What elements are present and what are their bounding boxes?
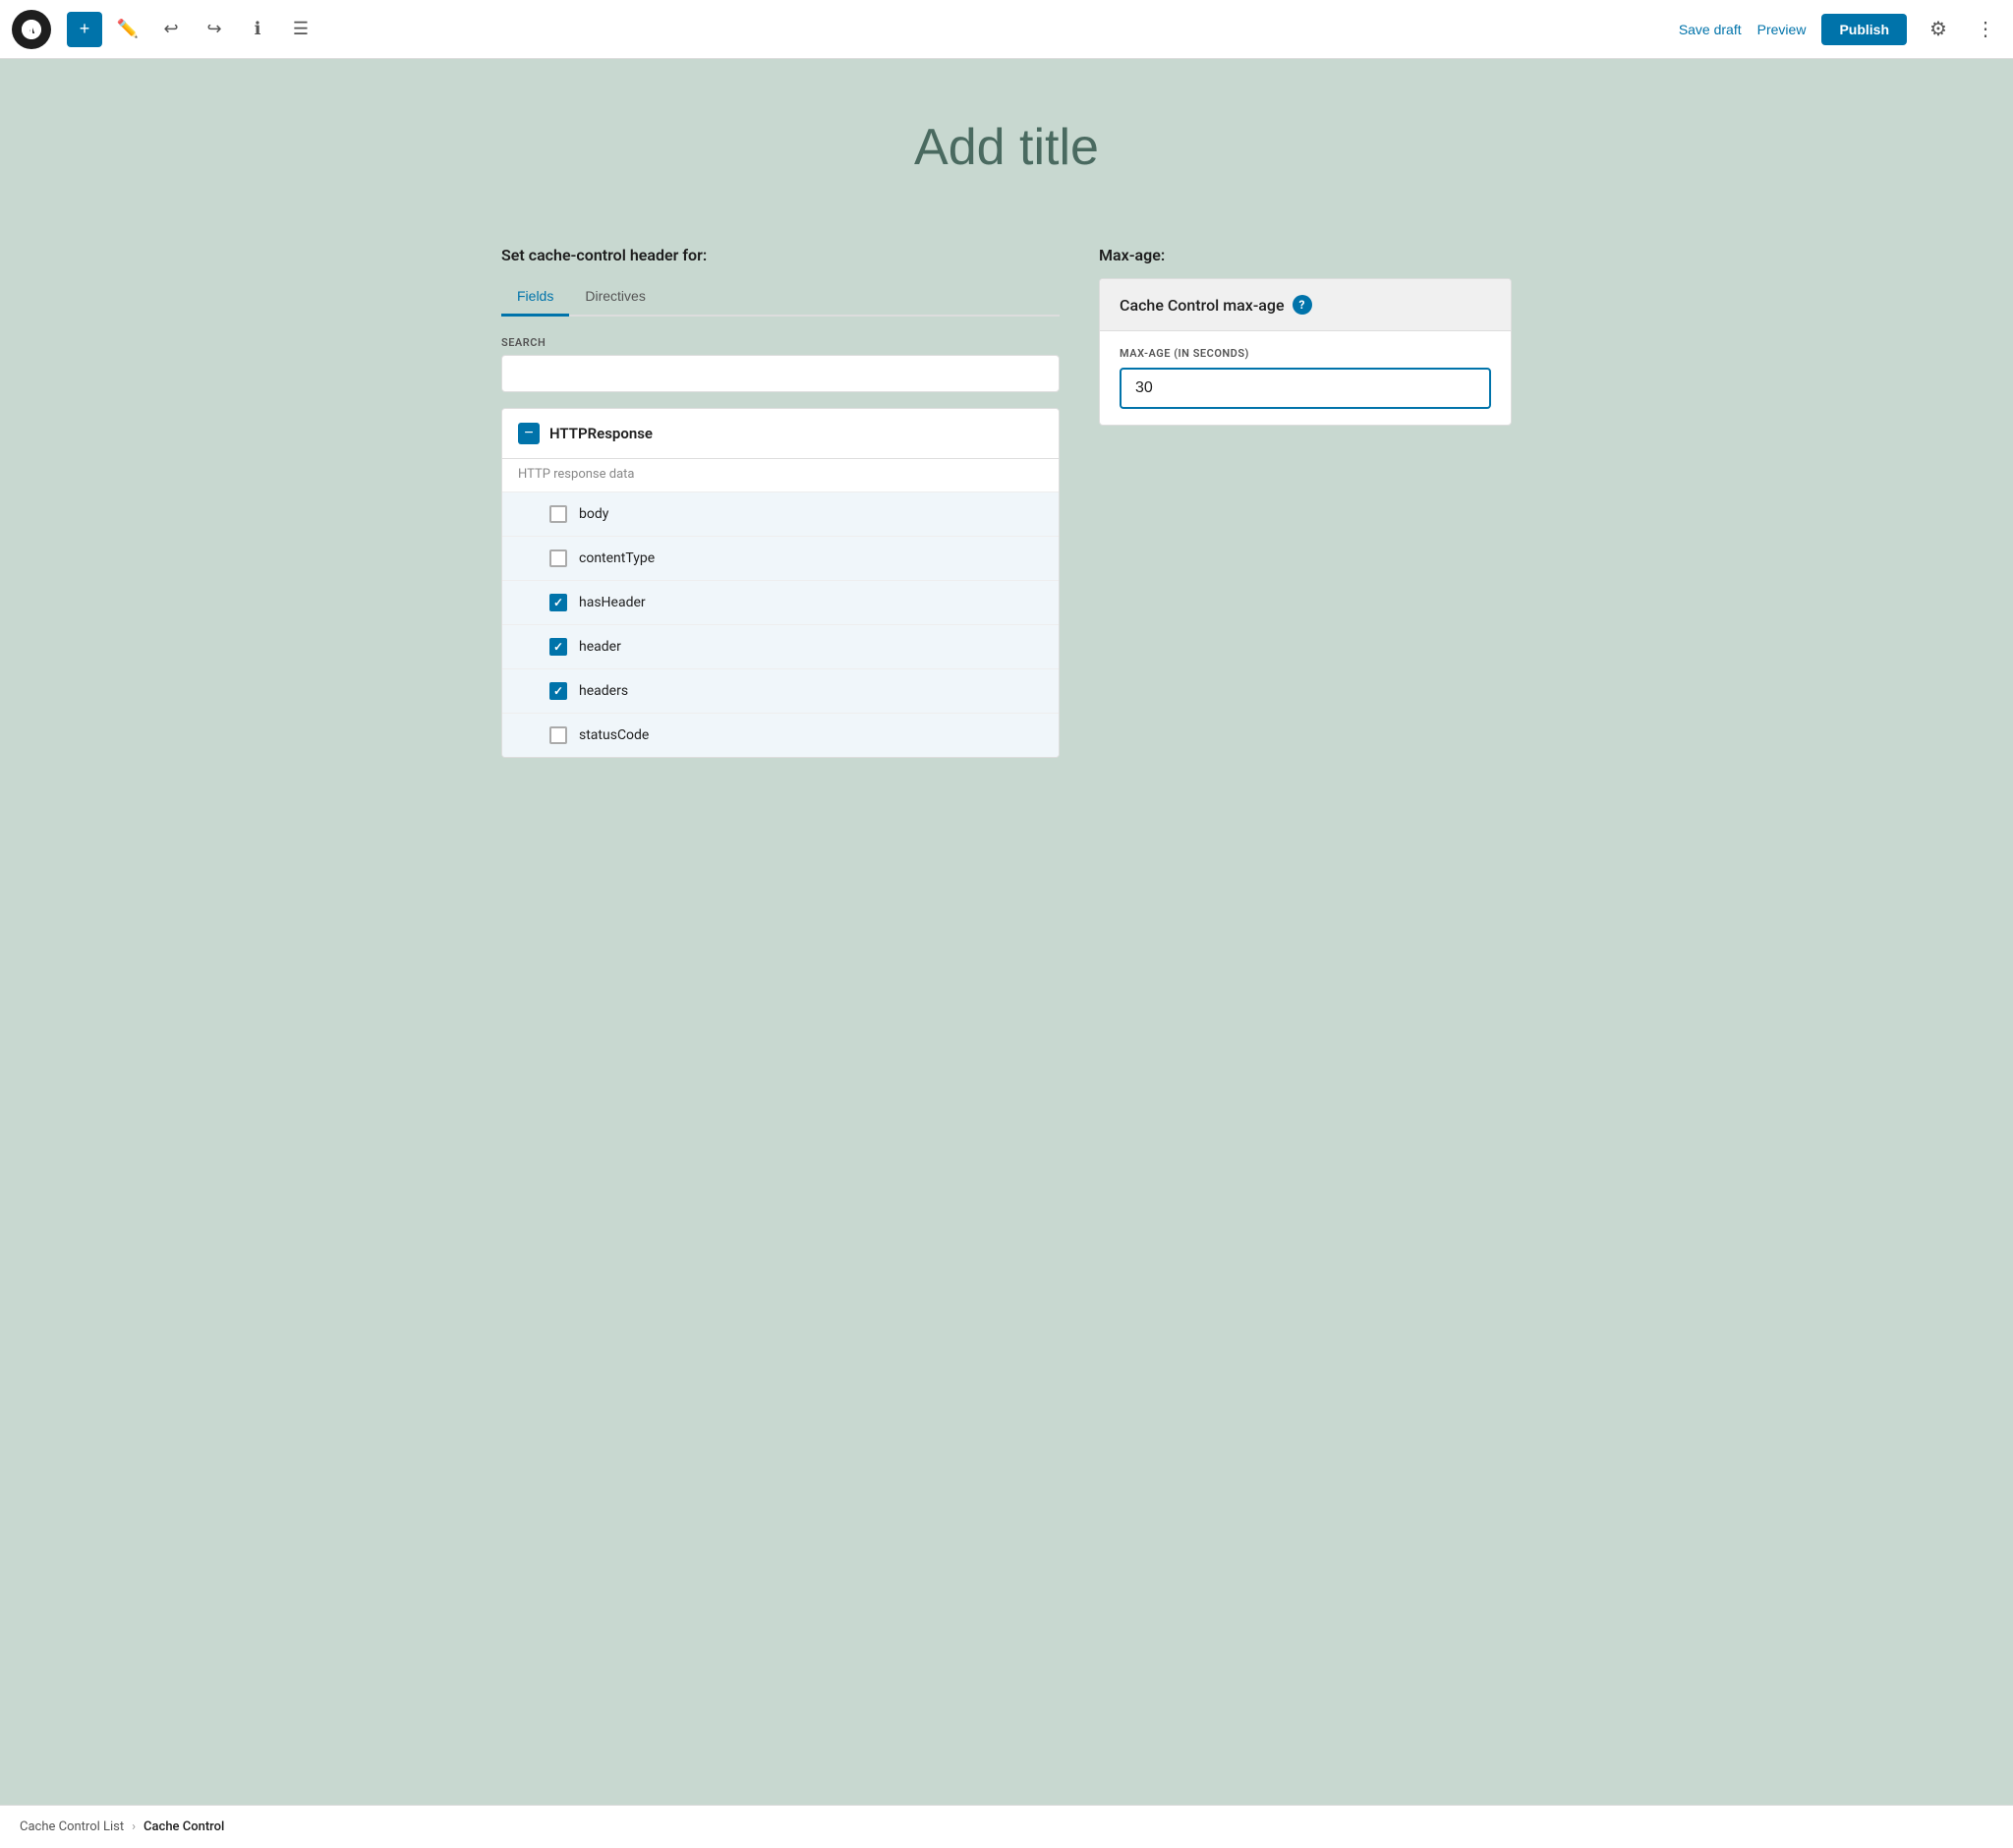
field-label-statusCode: statusCode [579,727,649,743]
max-age-input[interactable] [1120,368,1491,409]
field-label-contentType: contentType [579,550,655,566]
help-icon[interactable]: ? [1293,295,1312,315]
list-icon: ☰ [293,19,309,39]
field-label-hasHeader: hasHeader [579,595,646,610]
top-bar-right: Save draft Preview Publish ⚙ ⋮ [1679,14,2001,45]
more-options-button[interactable]: ⋮ [1970,14,2001,45]
tab-directives[interactable]: Directives [569,278,661,317]
minus-icon: − [524,425,533,442]
checkbox-header[interactable] [549,638,567,656]
undo-button[interactable]: ↩ [153,12,189,47]
tab-fields[interactable]: Fields [501,278,569,317]
tab-bar: Fields Directives [501,278,1060,317]
two-col-layout: Set cache-control header for: Fields Dir… [501,246,1512,758]
save-draft-button[interactable]: Save draft [1679,22,1742,37]
preview-button[interactable]: Preview [1757,22,1807,37]
checkbox-statusCode[interactable] [549,726,567,744]
breadcrumb-current: Cache Control [144,1819,224,1834]
footer-breadcrumb: Cache Control List › Cache Control [0,1805,2013,1848]
publish-button[interactable]: Publish [1821,14,1907,45]
right-panel-header: Cache Control max-age ? [1100,279,1511,331]
list-view-button[interactable]: ☰ [283,12,318,47]
checkbox-contentType[interactable] [549,549,567,567]
redo-icon: ↪ [206,19,221,39]
collapse-button[interactable]: − [518,423,540,444]
gear-icon: ⚙ [1929,17,1947,41]
add-block-button[interactable]: + [67,12,102,47]
right-column: Max-age: Cache Control max-age ? MAX-AGE… [1099,246,1512,426]
field-label-header: header [579,639,621,655]
right-panel-title: Cache Control max-age [1120,296,1285,315]
left-section-label: Set cache-control header for: [501,246,1060,264]
table-row: headers [502,669,1059,714]
fields-container: − HTTPResponse HTTP response data body co… [501,408,1060,758]
wp-logo [12,10,51,49]
main-content: Set cache-control header for: Fields Dir… [442,59,1571,1805]
info-icon: ℹ [255,19,261,39]
ellipsis-icon: ⋮ [1976,17,1995,41]
right-panel-body: MAX-AGE (IN SECONDS) [1100,331,1511,425]
table-row: contentType [502,537,1059,581]
plus-icon: + [80,19,90,39]
search-label: SEARCH [501,336,1060,349]
field-label-headers: headers [579,683,628,699]
checkbox-hasHeader[interactable] [549,594,567,611]
edit-button[interactable]: ✏️ [110,12,145,47]
top-bar: + ✏️ ↩ ↪ ℹ ☰ Save draft Preview Publish … [0,0,2013,59]
table-row: body [502,492,1059,537]
right-section-label: Max-age: [1099,246,1512,264]
breadcrumb-parent-link[interactable]: Cache Control List [20,1819,124,1834]
group-name: HTTPResponse [549,425,653,442]
left-column: Set cache-control header for: Fields Dir… [501,246,1060,758]
table-row: hasHeader [502,581,1059,625]
search-input[interactable] [501,355,1060,392]
group-description: HTTP response data [502,459,1059,492]
settings-button[interactable]: ⚙ [1923,14,1954,45]
group-header: − HTTPResponse [502,409,1059,459]
wp-logo-icon [20,18,43,41]
right-panel: Cache Control max-age ? MAX-AGE (IN SECO… [1099,278,1512,426]
info-button[interactable]: ℹ [240,12,275,47]
edit-icon: ✏️ [117,19,139,39]
field-rows: body contentType hasHeader header headers sta… [502,492,1059,757]
table-row: statusCode [502,714,1059,757]
max-age-input-label: MAX-AGE (IN SECONDS) [1120,347,1491,360]
breadcrumb-separator: › [132,1819,136,1834]
redo-button[interactable]: ↪ [197,12,232,47]
field-label-body: body [579,506,608,522]
checkbox-headers[interactable] [549,682,567,700]
page-title-input[interactable] [501,98,1512,197]
checkbox-body[interactable] [549,505,567,523]
undo-icon: ↩ [163,19,178,39]
table-row: header [502,625,1059,669]
